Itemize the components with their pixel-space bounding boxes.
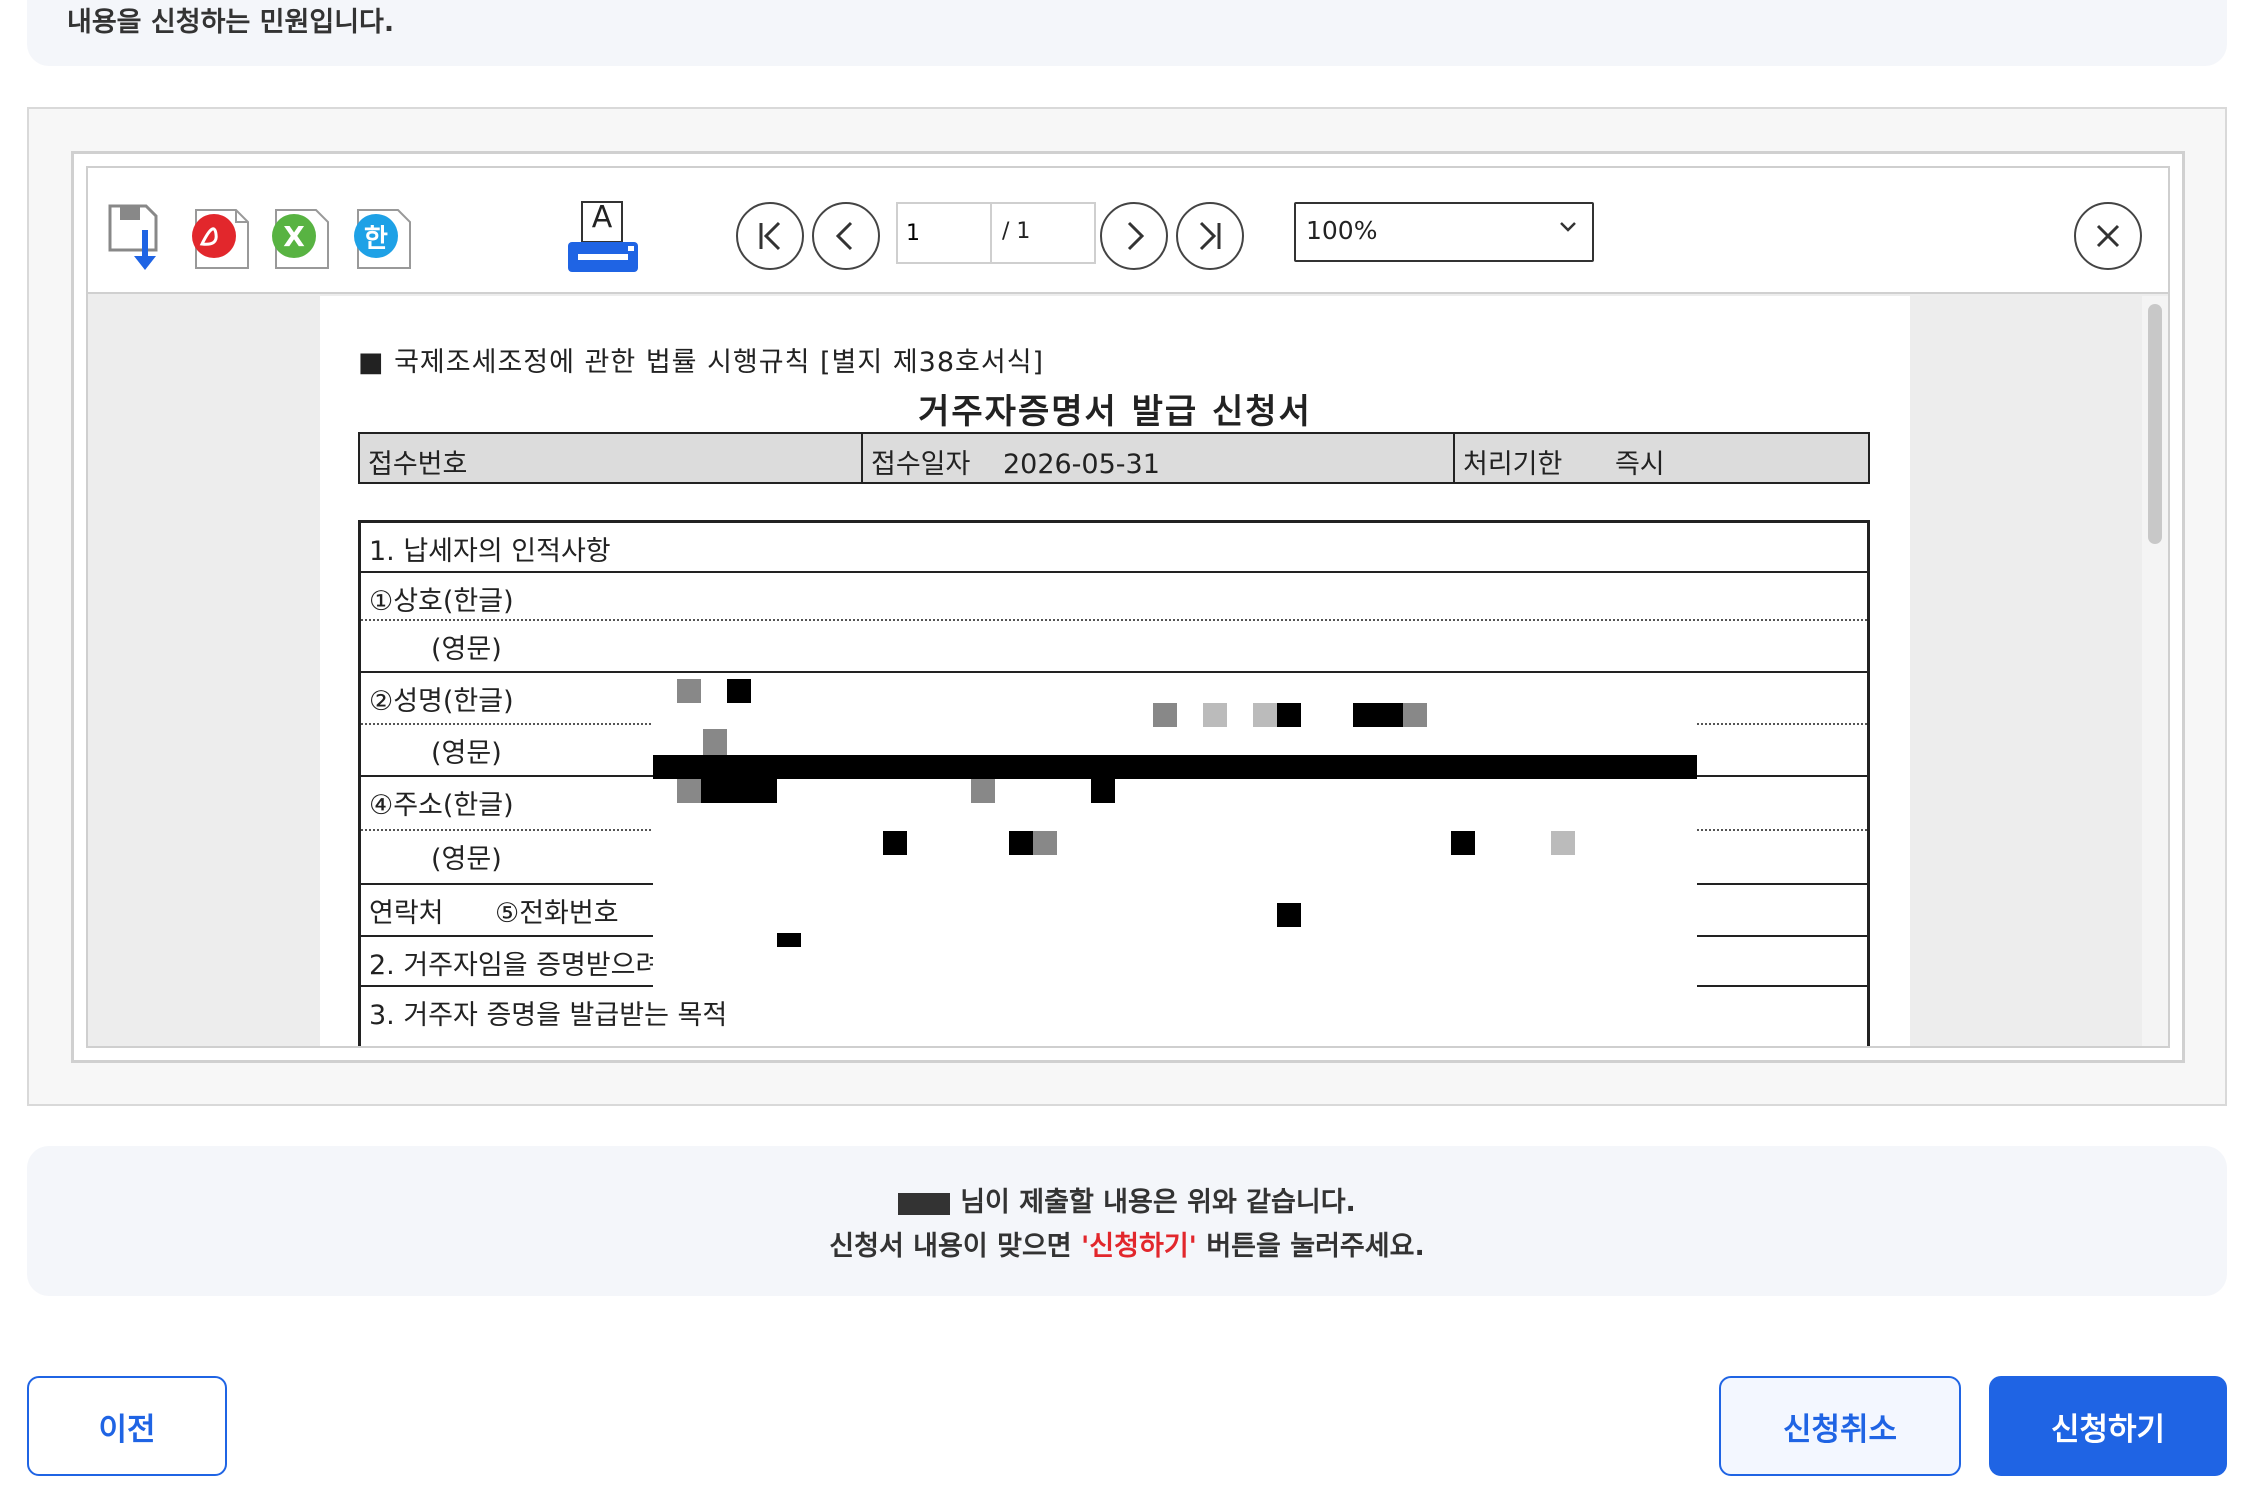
redaction-pixel xyxy=(883,831,907,855)
zoom-value: 100% xyxy=(1306,216,1378,245)
print-icon[interactable]: A xyxy=(564,200,644,272)
viewer-inner: X 한 A 1 / 1 100% ■ 국제조세조정에 관한 법률 시행규칙 [별… xyxy=(86,166,2170,1048)
hwp-icon[interactable]: 한 xyxy=(350,200,416,270)
redaction-pixel xyxy=(1203,703,1227,727)
masked-user-name xyxy=(898,1192,951,1215)
prev-button[interactable]: 이전 xyxy=(27,1376,227,1476)
viewer-scrollbar-thumb[interactable] xyxy=(2148,304,2162,544)
document-page: ■ 국제조세조정에 관한 법률 시행규칙 [별지 제38호서식] 거주자증명서 … xyxy=(320,296,1910,1046)
print-label: A xyxy=(591,200,613,235)
last-page-button[interactable] xyxy=(1176,202,1244,270)
last-page-icon xyxy=(1199,221,1221,251)
redaction-pixel xyxy=(1277,903,1301,927)
section1-title: 1. 납세자의 인적사항 xyxy=(369,536,611,567)
section3-title: 3. 거주자 증명을 발급받는 목적 xyxy=(369,1000,728,1031)
redaction-pixel xyxy=(677,679,701,703)
redaction-pixel xyxy=(727,679,751,703)
redaction-pixel xyxy=(777,933,801,947)
submit-notice: 님이 제출할 내용은 위와 같습니다. 신청서 내용이 맞으면 '신청하기' 버… xyxy=(27,1146,2227,1296)
viewer-frame: X 한 A 1 / 1 100% ■ 국제조세조정에 관한 법률 시행규칙 [별… xyxy=(71,151,2185,1063)
current-page-input[interactable] xyxy=(898,204,992,262)
redaction-pixel xyxy=(677,779,701,803)
redaction-pixel xyxy=(703,729,727,755)
redaction-pixel xyxy=(1551,831,1575,855)
redaction-pixel xyxy=(1091,779,1115,803)
next-page-button[interactable] xyxy=(1100,202,1168,270)
viewer-scroll-track[interactable] xyxy=(2142,296,2168,1046)
apply-button[interactable]: 신청하기 xyxy=(1989,1376,2227,1476)
chevron-right-icon xyxy=(1127,221,1145,251)
pdf-icon[interactable] xyxy=(188,200,254,270)
address-en-label: (영문) xyxy=(431,844,502,875)
redaction-pixel xyxy=(1033,831,1057,855)
page-indicator: / 1 xyxy=(896,202,1096,264)
chevron-down-icon xyxy=(1560,222,1576,232)
redaction-pixel xyxy=(971,779,995,803)
top-notice-text: 내용을 신청하는 민원입니다. xyxy=(67,7,395,38)
deadline-label: 처리기한 xyxy=(1463,449,1563,480)
submit-notice-highlight: '신청하기' xyxy=(1081,1231,1197,1262)
trade-name-en-label: (영문) xyxy=(431,634,502,665)
submit-notice-line1: 님이 제출할 내용은 위와 같습니다. xyxy=(960,1187,1356,1218)
hwp-glyph: 한 xyxy=(364,224,388,254)
submit-notice-line2-pre: 신청서 내용이 맞으면 xyxy=(829,1231,1082,1262)
chevron-left-icon xyxy=(835,221,853,251)
close-viewer-button[interactable] xyxy=(2074,202,2142,270)
law-reference: ■ 국제조세조정에 관한 법률 시행규칙 [별지 제38호서식] xyxy=(358,347,1045,378)
receipt-header-table: 접수번호 접수일자 2026-05-31 처리기한 즉시 xyxy=(358,432,1870,484)
receipt-no-label: 접수번호 xyxy=(368,449,468,480)
redaction-pixel xyxy=(1153,703,1177,727)
redaction-pixel xyxy=(1451,831,1475,855)
close-icon xyxy=(2096,224,2120,248)
first-page-button[interactable] xyxy=(736,202,804,270)
document-area: ■ 국제조세조정에 관한 법률 시행규칙 [별지 제38호서식] 거주자증명서 … xyxy=(88,296,2168,1046)
taxpayer-form-table: 1. 납세자의 인적사항 ①상호(한글) (영문) ②성명(한글) (영문) ④… xyxy=(358,520,1870,1046)
redaction-pixel xyxy=(1277,703,1301,727)
page-total: / 1 xyxy=(1002,219,1031,244)
redaction-pixel xyxy=(1009,831,1033,855)
redaction-pixel xyxy=(1403,703,1427,727)
save-download-icon[interactable] xyxy=(106,200,172,270)
document-title: 거주자증명서 발급 신청서 xyxy=(918,392,1312,432)
name-en-label: (영문) xyxy=(431,738,502,769)
contact-label: 연락처 xyxy=(369,898,444,929)
cancel-application-button[interactable]: 신청취소 xyxy=(1719,1376,1961,1476)
address-ko-label: ④주소(한글) xyxy=(369,790,514,821)
excel-icon[interactable]: X xyxy=(268,200,334,270)
redaction-pixel xyxy=(701,779,777,803)
deadline-value: 즉시 xyxy=(1614,449,1665,480)
document-viewer: X 한 A 1 / 1 100% ■ 국제조세조정에 관한 법률 시행규칙 [별… xyxy=(27,107,2227,1106)
submit-notice-line2-post: 버튼을 눌러주세요. xyxy=(1196,1231,1425,1262)
receipt-date: 2026-05-31 xyxy=(1002,449,1160,480)
redaction-pixel xyxy=(1353,703,1403,727)
redaction-pixel xyxy=(1253,703,1277,727)
svg-text:X: X xyxy=(283,220,305,253)
redaction-bar xyxy=(653,755,1697,779)
prev-page-button[interactable] xyxy=(812,202,880,270)
receipt-date-label: 접수일자 xyxy=(871,449,971,480)
first-page-icon xyxy=(759,221,781,251)
phone-label: ⑤전화번호 xyxy=(495,898,619,929)
trade-name-ko-label: ①상호(한글) xyxy=(369,586,514,617)
name-ko-label: ②성명(한글) xyxy=(369,686,514,717)
viewer-toolbar: X 한 A 1 / 1 100% xyxy=(88,168,2168,294)
zoom-select[interactable]: 100% xyxy=(1294,202,1594,262)
top-notice: 내용을 신청하는 민원입니다. xyxy=(27,0,2227,66)
